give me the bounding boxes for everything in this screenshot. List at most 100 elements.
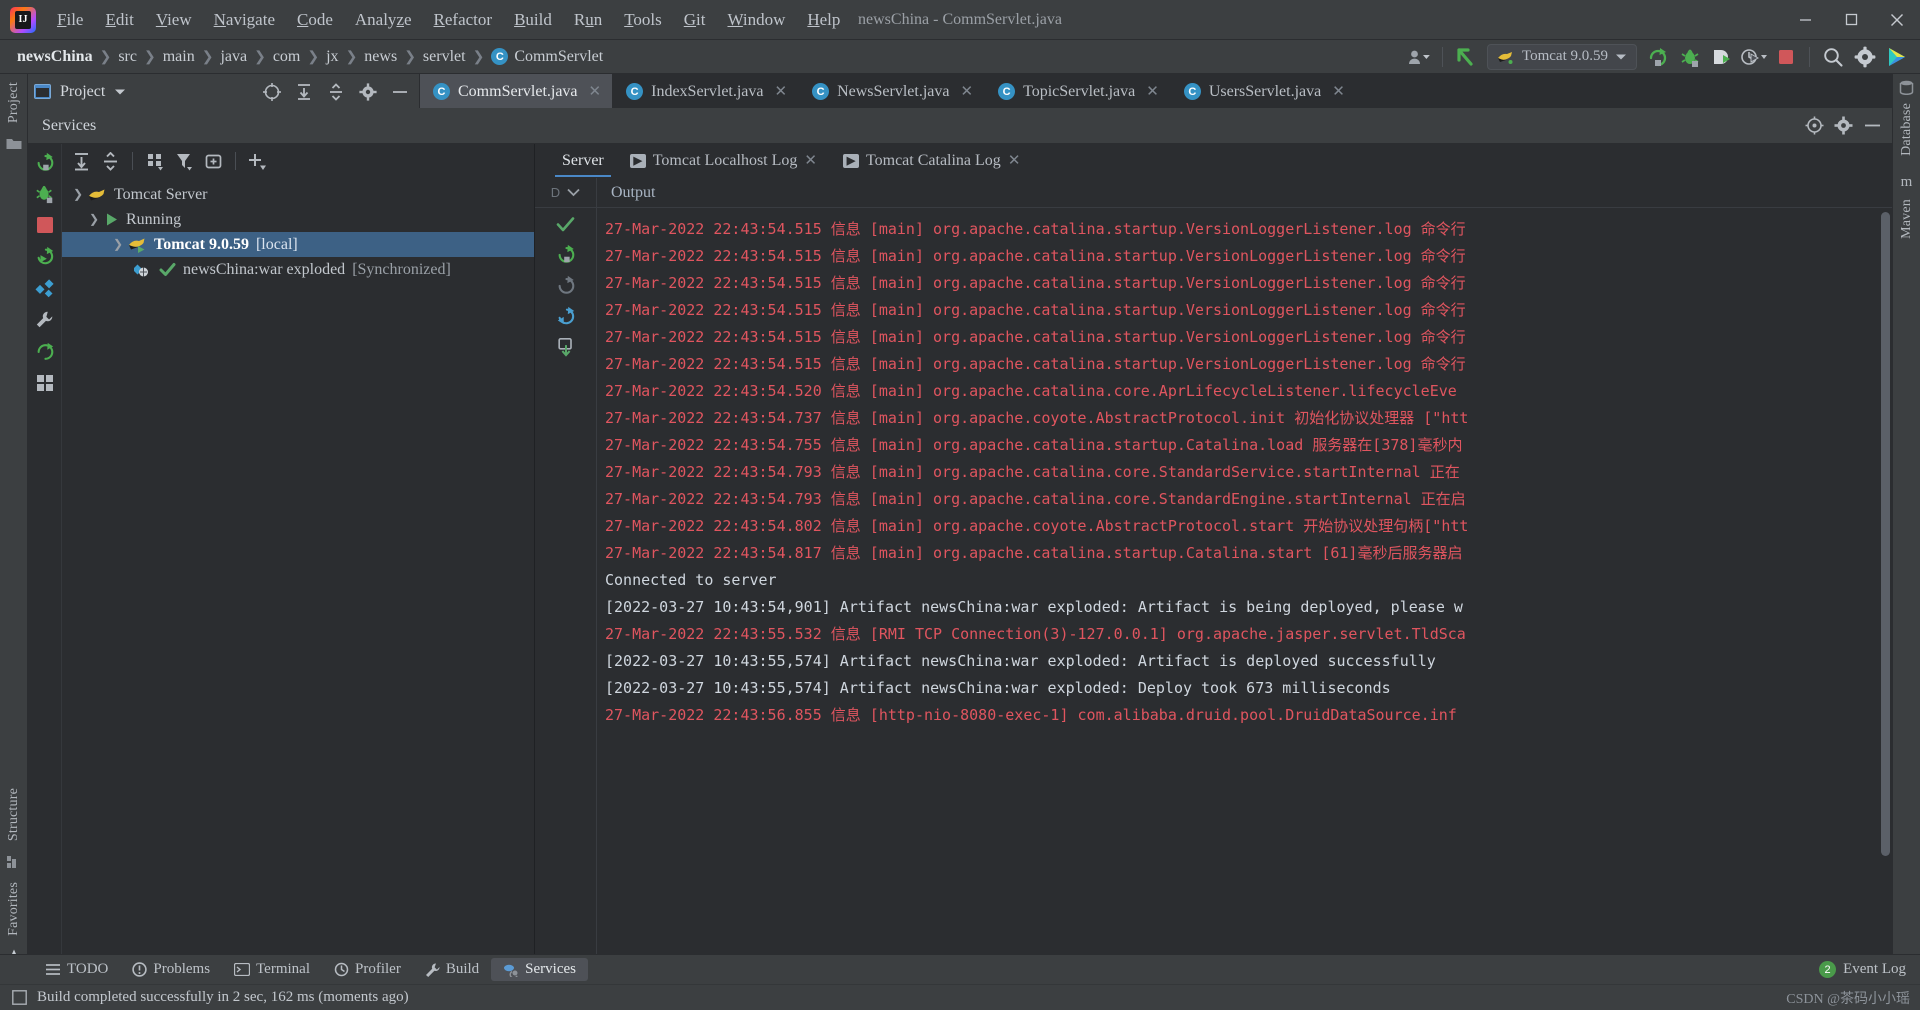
editor-tab-indexservlet[interactable]: C IndexServlet.java ✕ [613,74,800,109]
bottom-item-profiler[interactable]: Profiler [322,958,413,981]
folder-icon[interactable] [6,137,22,150]
expand-all-icon[interactable] [68,149,94,173]
menu-build[interactable]: Build [503,6,563,34]
maven-icon[interactable]: m [1901,174,1913,191]
add-frame-icon[interactable] [200,149,226,173]
collapse-all-icon[interactable] [97,149,123,173]
minimize-button[interactable] [1782,0,1828,40]
menu-git[interactable]: Git [673,6,717,34]
bottom-item-build[interactable]: Build [413,958,491,981]
close-tab-icon[interactable]: ✕ [1146,82,1159,101]
rerun-icon[interactable] [1643,44,1673,70]
target-icon[interactable] [1805,116,1824,135]
database-icon[interactable] [1899,80,1914,95]
hide-icon[interactable] [391,83,409,101]
restart-icon[interactable] [35,246,55,266]
menu-refactor[interactable]: Refactor [423,6,504,34]
tree-node-artifact[interactable]: newsChina:war exploded [Synchronized] [62,257,534,282]
tree-node-tomcat-local[interactable]: ❯ Tomcat 9.0.59 [local] [62,232,534,257]
close-button[interactable] [1874,0,1920,40]
debug-icon[interactable] [1675,44,1705,70]
rerun-icon[interactable] [556,244,576,264]
bottom-item-problems[interactable]: Problems [120,958,222,981]
strip-favorites[interactable]: Favorites [6,874,22,944]
menu-edit[interactable]: Edit [94,6,144,34]
stop-icon[interactable] [1771,44,1801,70]
editor-tab-topicservlet[interactable]: C TopicServlet.java ✕ [985,74,1171,109]
locate-icon[interactable] [263,82,281,101]
console-log-lines[interactable]: 27-Mar-2022 22:43:54.515 信息 [main] org.a… [597,208,1892,974]
tools-icon[interactable] [35,310,55,330]
run-configuration-selector[interactable]: Tomcat 9.0.59 [1486,43,1637,70]
strip-structure[interactable]: Structure [6,780,22,849]
settings-gear-icon[interactable] [1850,44,1880,70]
tree-node-tomcat-server[interactable]: ❯ Tomcat Server [62,182,534,207]
console-vertical-scrollbar[interactable] [1881,212,1890,944]
breadcrumb-item[interactable]: src [113,46,142,68]
breadcrumb-item[interactable]: jx [321,46,343,68]
tree-node-running[interactable]: ❯ Running [62,207,534,232]
deploy-icon[interactable] [35,278,55,298]
refresh-icon[interactable] [35,342,55,362]
breadcrumb-item[interactable]: servlet [418,46,471,68]
editor-tab-commservlet[interactable]: C CommServlet.java ✕ [420,74,614,109]
updates-icon[interactable] [1882,44,1912,70]
strip-maven[interactable]: Maven [1899,191,1915,247]
menu-code[interactable]: Code [286,6,344,34]
bottom-item-services[interactable]: Services [491,958,588,981]
log-tab-localhost[interactable]: ▶ Tomcat Localhost Log ✕ [617,144,830,177]
bottom-item-terminal[interactable]: Terminal [222,958,322,981]
profiler-dropdown-icon[interactable] [1739,44,1769,70]
event-log-area[interactable]: 2 Event Log [1819,961,1920,978]
menu-run[interactable]: Run [563,6,613,34]
close-tab-icon[interactable]: ✕ [589,82,602,101]
close-tab-icon[interactable]: ✕ [1008,151,1021,170]
deploy-icon[interactable] [556,337,576,357]
strip-database[interactable]: Database [1899,95,1915,164]
structure-bars-icon[interactable] [6,854,21,869]
close-tab-icon[interactable]: ✕ [775,82,788,101]
profile-user-icon[interactable] [1404,44,1434,70]
breadcrumb-item[interactable]: java [215,46,252,68]
maximize-button[interactable] [1828,0,1874,40]
bottom-item-todo[interactable]: TODO [34,958,120,981]
chevron-down-icon[interactable]: ❯ [68,187,88,202]
close-tab-icon[interactable]: ✕ [1332,82,1345,101]
chevron-down-icon[interactable]: ❯ [108,237,128,252]
log-tab-catalina[interactable]: ▶ Tomcat Catalina Log ✕ [830,144,1033,177]
breadcrumb-item[interactable]: com [268,46,306,68]
menu-navigate[interactable]: Navigate [203,6,286,34]
log-tab-server[interactable]: Server [549,144,617,177]
rerun-dim-icon[interactable] [556,275,576,295]
breadcrumb-item[interactable]: news [359,46,402,68]
menu-analyze[interactable]: Analyze [344,6,423,34]
debug-icon[interactable] [35,184,55,204]
expand-all-icon[interactable] [327,82,345,101]
output-filter-control[interactable]: D [535,178,597,207]
breadcrumb-item-class[interactable]: C CommServlet [486,46,608,68]
rerun-icon[interactable] [35,152,55,172]
editor-tab-usersservlet[interactable]: C UsersServlet.java ✕ [1171,74,1357,109]
editor-tab-newsservlet[interactable]: C NewsServlet.java ✕ [799,74,986,109]
scrollbar-thumb[interactable] [1881,212,1890,857]
dashboard-icon[interactable] [36,374,54,392]
restart-icon[interactable] [556,306,576,326]
search-everywhere-icon[interactable] [1818,44,1848,70]
breadcrumb-item[interactable]: newsChina [12,46,98,68]
minimize-icon[interactable] [1863,116,1882,135]
menu-tools[interactable]: Tools [613,6,673,34]
stop-icon[interactable] [36,216,54,234]
breadcrumb-item[interactable]: main [158,46,200,68]
strip-project[interactable]: Project [6,74,22,131]
close-tab-icon[interactable]: ✕ [804,151,817,170]
run-coverage-icon[interactable] [1707,44,1737,70]
close-tab-icon[interactable]: ✕ [961,82,974,101]
menu-file[interactable]: File [46,6,94,34]
collapse-all-icon[interactable] [295,83,313,101]
group-by-icon[interactable] [142,149,168,173]
menu-window[interactable]: Window [716,6,796,34]
settings-gear-icon[interactable] [1834,116,1853,135]
chevron-down-icon[interactable]: ❯ [84,212,104,227]
chevron-down-icon[interactable] [567,188,580,197]
menu-help[interactable]: Help [796,6,851,34]
